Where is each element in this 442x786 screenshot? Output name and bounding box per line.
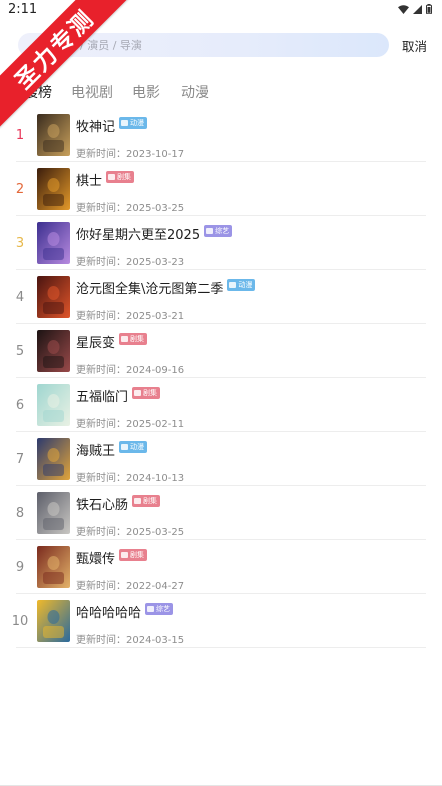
update-time: 更新时间：2025-03-21	[76, 311, 185, 322]
badge-label: 剧集	[130, 335, 145, 343]
poster-image[interactable]	[37, 222, 70, 264]
badge-icon	[229, 282, 237, 288]
badge-icon	[206, 228, 214, 234]
list-item[interactable]: 10 哈哈哈哈哈 综艺更新时间：2024-03-15	[0, 594, 442, 648]
list-item[interactable]: 5 星辰变 剧集更新时间：2024-09-16	[0, 324, 442, 378]
battery-icon	[426, 4, 432, 14]
list-item[interactable]: 8 铁石心肠 剧集更新时间：2025-03-25	[0, 486, 442, 540]
rank-number: 2	[15, 182, 25, 197]
item-title[interactable]: 沧元图全集\沧元图第二季	[76, 278, 223, 297]
category-badge: 剧集	[132, 387, 161, 399]
badge-label: 剧集	[143, 389, 158, 397]
category-badge: 剧集	[119, 333, 148, 345]
rank-number: 7	[15, 452, 25, 467]
badge-icon	[121, 444, 129, 450]
badge-icon	[147, 606, 155, 612]
rank-number: 1	[15, 128, 25, 143]
poster-image[interactable]	[37, 438, 70, 480]
item-title[interactable]: 海贼王	[76, 440, 115, 459]
rank-number: 4	[15, 290, 25, 305]
item-title[interactable]: 星辰变	[76, 332, 115, 351]
poster-image[interactable]	[37, 492, 70, 534]
badge-label: 综艺	[156, 605, 171, 613]
category-badge: 动漫	[119, 441, 148, 453]
item-title[interactable]: 铁石心肠	[76, 494, 128, 513]
category-badge: 动漫	[119, 117, 148, 129]
item-title[interactable]: 牧神记	[76, 116, 115, 135]
poster-image[interactable]	[37, 600, 70, 642]
list-item[interactable]: 2 棋士 剧集更新时间：2025-03-25	[0, 162, 442, 216]
badge-icon	[134, 390, 142, 396]
item-title[interactable]: 棋士	[76, 170, 102, 189]
poster-image[interactable]	[37, 384, 70, 426]
list-item[interactable]: 7 海贼王 动漫更新时间：2024-10-13	[0, 432, 442, 486]
rank-number: 6	[15, 398, 25, 413]
update-time: 更新时间：2025-03-25	[76, 527, 185, 538]
status-time: 2:11	[8, 2, 38, 17]
list-item[interactable]: 6 五福临门 剧集更新时间：2025-02-11	[0, 378, 442, 432]
category-badge: 综艺	[204, 225, 233, 237]
badge-icon	[121, 336, 129, 342]
category-badge: 综艺	[145, 603, 174, 615]
update-time: 更新时间：2022-04-27	[76, 581, 185, 592]
update-time: 更新时间：2024-03-15	[76, 635, 185, 646]
status-icons	[398, 4, 432, 14]
update-time: 更新时间：2024-10-13	[76, 473, 185, 484]
wifi-icon	[398, 4, 409, 14]
tab-tv-series[interactable]: 电视剧	[71, 82, 113, 102]
category-badge: 动漫	[227, 279, 256, 291]
poster-image[interactable]	[37, 168, 70, 210]
category-badge: 剧集	[119, 549, 148, 561]
update-time: 更新时间：2025-03-23	[76, 257, 185, 268]
rank-number: 3	[15, 236, 25, 251]
rank-number: 9	[15, 560, 25, 575]
update-time: 更新时间：2025-02-11	[76, 419, 185, 430]
update-time: 更新时间：2023-10-17	[76, 149, 185, 160]
badge-label: 剧集	[117, 173, 132, 181]
badge-label: 综艺	[215, 227, 230, 235]
category-badge: 剧集	[106, 171, 135, 183]
row-divider	[16, 647, 426, 648]
category-badge: 剧集	[132, 495, 161, 507]
item-title[interactable]: 哈哈哈哈哈	[76, 602, 141, 621]
badge-label: 剧集	[130, 551, 145, 559]
badge-icon	[121, 120, 129, 126]
list-item[interactable]: 4 沧元图全集\沧元图第二季 动漫更新时间：2025-03-21	[0, 270, 442, 324]
rank-number: 8	[15, 506, 25, 521]
item-title[interactable]: 你好星期六更至2025	[76, 224, 200, 243]
cell-signal-icon	[413, 4, 422, 14]
item-title[interactable]: 五福临门	[76, 386, 128, 405]
list-item[interactable]: 3 你好星期六更至2025 综艺更新时间：2025-03-23	[0, 216, 442, 270]
tab-movies[interactable]: 电影	[132, 82, 160, 102]
tab-anime[interactable]: 动漫	[181, 82, 209, 102]
badge-icon	[121, 552, 129, 558]
list-item[interactable]: 1 牧神记 动漫更新时间：2023-10-17	[0, 108, 442, 162]
rank-number: 10	[11, 614, 29, 629]
badge-label: 动漫	[238, 281, 253, 289]
list-item[interactable]: 9 甄嬛传 剧集更新时间：2022-04-27	[0, 540, 442, 594]
update-time: 更新时间：2025-03-25	[76, 203, 185, 214]
poster-image[interactable]	[37, 330, 70, 372]
badge-label: 剧集	[143, 497, 158, 505]
poster-image[interactable]	[37, 546, 70, 588]
poster-image[interactable]	[37, 114, 70, 156]
update-time: 更新时间：2024-09-16	[76, 365, 185, 376]
cancel-button[interactable]: 取消	[402, 36, 427, 55]
badge-label: 动漫	[130, 443, 145, 451]
search-placeholder: / 演员 / 导演	[80, 39, 142, 52]
badge-label: 动漫	[130, 119, 145, 127]
badge-icon	[108, 174, 116, 180]
rank-number: 5	[15, 344, 25, 359]
item-title[interactable]: 甄嬛传	[76, 548, 115, 567]
badge-icon	[134, 498, 142, 504]
poster-image[interactable]	[37, 276, 70, 318]
